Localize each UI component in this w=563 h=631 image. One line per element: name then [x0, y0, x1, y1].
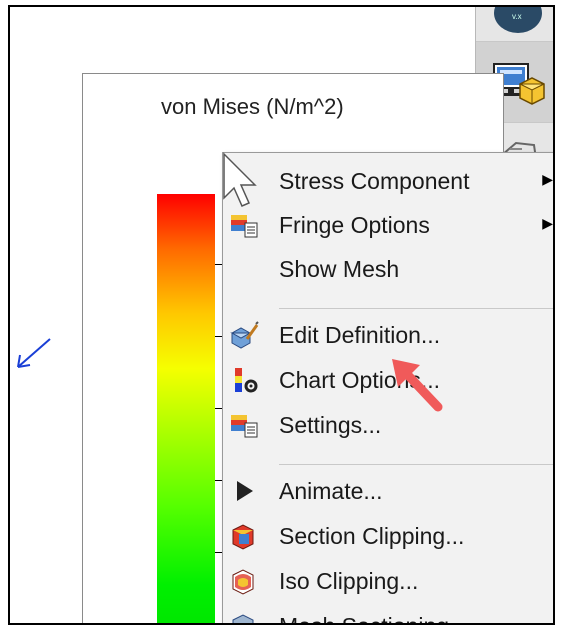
menu-item-label: Fringe Options [279, 212, 430, 238]
menu-separator [279, 464, 553, 465]
play-icon [237, 481, 253, 501]
mouse-cursor-icon [223, 152, 257, 207]
menu-item-stress-component[interactable]: Stress Component ▶ [223, 159, 553, 203]
annotation-arrow-icon [392, 359, 443, 412]
svg-text:v.x: v.x [512, 12, 522, 21]
settings-icon [231, 415, 258, 438]
force-arrow-icon [17, 338, 51, 368]
menu-item-label: Iso Clipping... [279, 568, 419, 594]
menu-separator [279, 308, 553, 309]
menu-item-iso-clipping[interactable]: Iso Clipping... [223, 559, 553, 603]
globe-icon: v.x [494, 7, 542, 33]
menu-item-label: Section Clipping... [279, 523, 465, 549]
menu-item-fringe-options[interactable]: Fringe Options ▶ [223, 203, 553, 247]
task-pane-top-button[interactable]: v.x [476, 7, 553, 42]
iso-clipping-icon [232, 569, 254, 595]
menu-item-section-clipping[interactable]: Section Clipping... [223, 514, 553, 558]
menu-item-animate[interactable]: Animate... [223, 469, 553, 513]
menu-item-edit-definition[interactable]: Edit Definition... [223, 313, 553, 357]
menu-item-show-mesh[interactable]: Show Mesh [223, 247, 553, 291]
context-menu: Stress Component ▶ Fringe Options ▶ Show… [222, 152, 553, 623]
section-clipping-icon [232, 524, 254, 550]
menu-item-label: Show Mesh [279, 256, 400, 282]
menu-item-chart-options[interactable]: Chart Options... [223, 358, 553, 402]
menu-item-label: Edit Definition... [279, 322, 441, 348]
mesh-sectioning-icon [232, 614, 254, 623]
edit-definition-icon [230, 321, 259, 349]
viewport: v.x von Mises (N/m^2) Stress Component ▶… [8, 5, 555, 625]
submenu-arrow-icon: ▶ [542, 215, 553, 231]
menu-item-settings[interactable]: Settings... [223, 403, 553, 447]
legend-title: von Mises (N/m^2) [161, 94, 344, 119]
menu-item-label: Stress Component [279, 168, 470, 194]
menu-item-label: Animate... [279, 478, 383, 504]
menu-item-label: Settings... [279, 412, 382, 438]
submenu-arrow-icon: ▶ [542, 171, 553, 187]
menu-item-mesh-sectioning[interactable]: Mesh Sectioning... [223, 604, 553, 623]
chart-options-icon [235, 368, 258, 393]
fringe-options-icon [231, 215, 258, 238]
color-scale-bar [157, 194, 215, 623]
menu-item-label: Mesh Sectioning... [279, 613, 468, 623]
